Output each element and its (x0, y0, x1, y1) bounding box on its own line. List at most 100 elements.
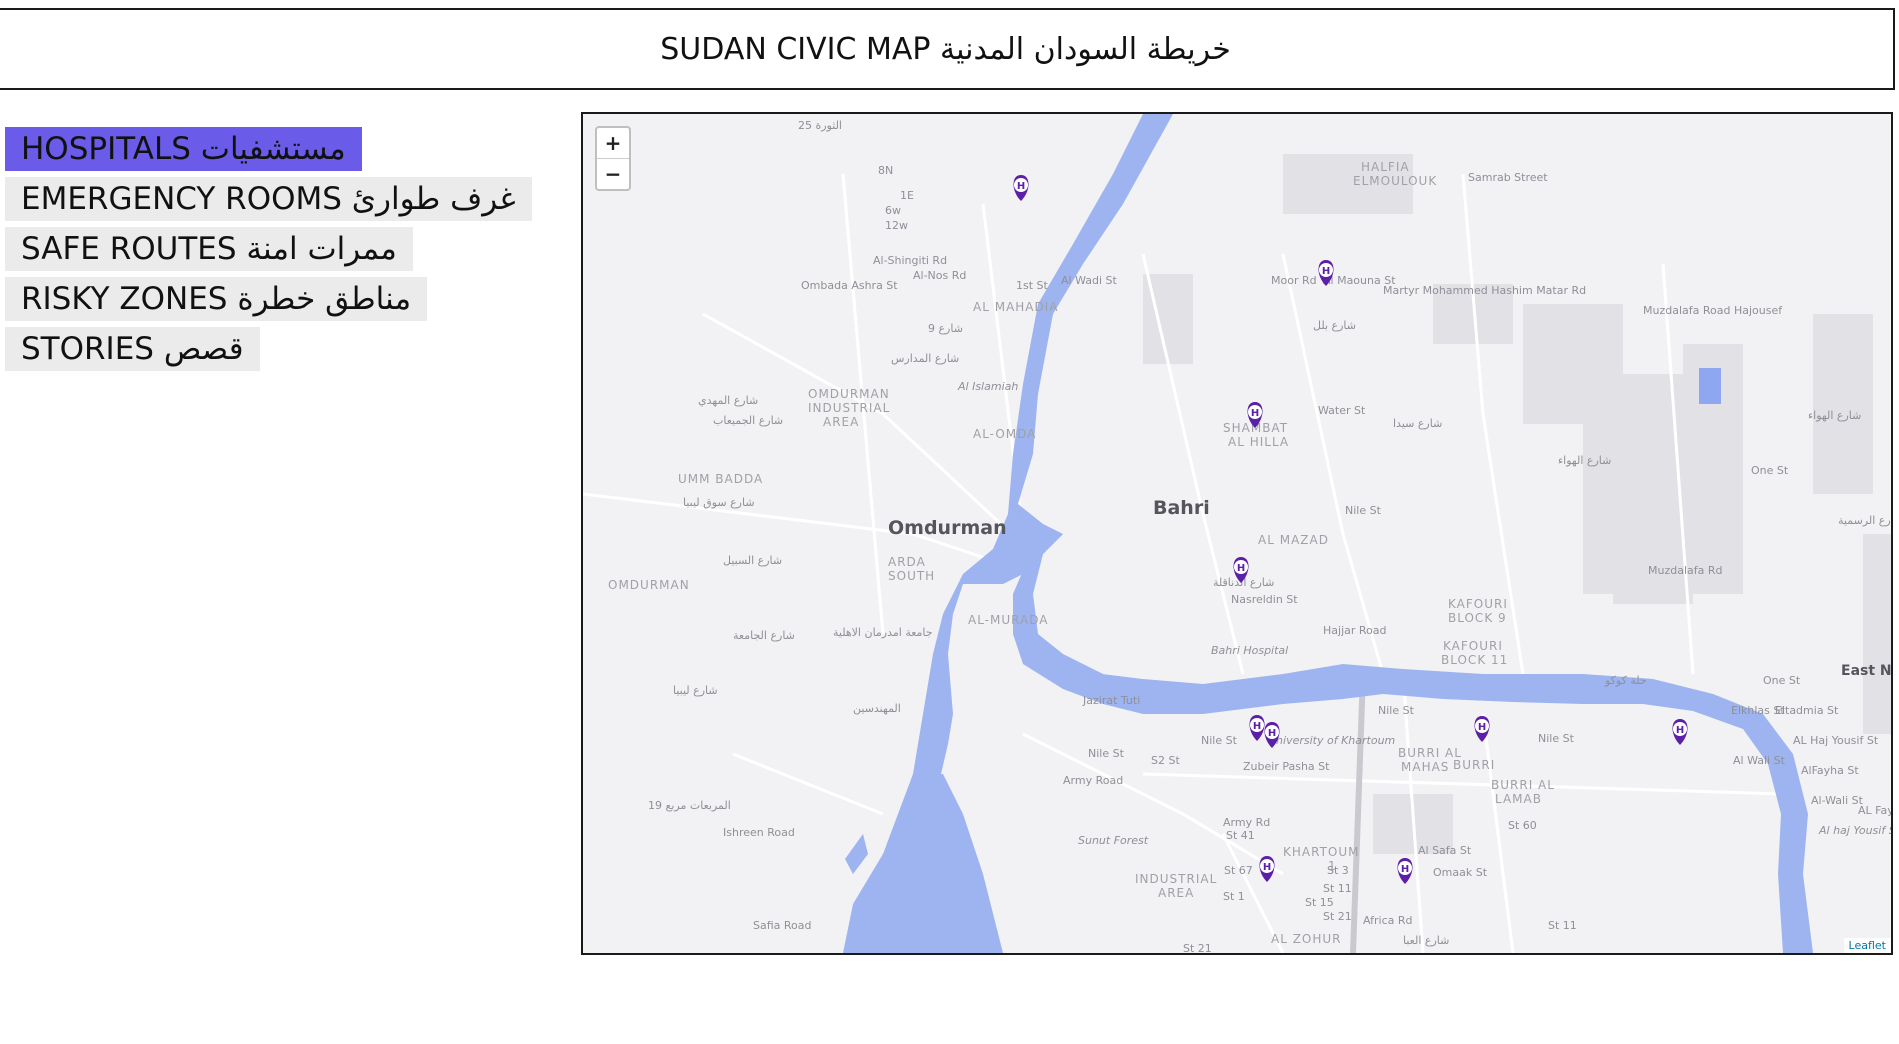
label-8n: 8N (878, 164, 893, 177)
label-ar-madaris: شارع المدارس (891, 352, 959, 365)
label-al-safa-st: Al Safa St (1418, 844, 1472, 857)
label-east-nil: East Nil (1841, 663, 1891, 679)
menu-item-safe-routes[interactable]: SAFE ROUTES ممرات امنة (5, 227, 413, 271)
label-ar-muhandiseen: المهندسين (853, 702, 901, 715)
label-muzdalafa-rd: Muzdalafa Rd (1648, 564, 1723, 577)
label-ar-9: شارع 9 (928, 322, 963, 335)
label-s2-st: S2 St (1151, 754, 1180, 767)
label-area: AREA (823, 415, 859, 429)
label-khartoum-1: KHARTOUM (1283, 845, 1359, 859)
label-moor-rd: Moor Rd (1271, 274, 1317, 287)
svg-text:H: H (1676, 725, 1684, 736)
label-umm-badda: UMM BADDA (678, 472, 763, 486)
label-st-21: St 21 (1323, 910, 1352, 923)
label-bahri-hospital: Bahri Hospital (1211, 644, 1288, 657)
menu-item-risky-zones[interactable]: RISKY ZONES مناطق خطرة (5, 277, 428, 321)
label-al-wali: Al-Wali St (1811, 794, 1864, 807)
label-water-st: Water St (1318, 404, 1366, 417)
page-title: SUDAN CIVIC MAP خريطة السودان المدنية (660, 31, 1231, 67)
label-ar-sayed: شارع سيدا (1393, 417, 1442, 430)
svg-text:H: H (1251, 408, 1259, 419)
label-sunut-forest: Sunut Forest (1078, 834, 1149, 847)
label-st-11: St 11 (1323, 882, 1352, 895)
label-al-nos: Al-Nos Rd (913, 269, 966, 282)
label-ar-hawa-2: شارع الهواء (1558, 454, 1611, 467)
map-canvas[interactable]: Omdurman Bahri OMDURMAN INDUSTRIAL AREA … (583, 114, 1891, 953)
label-industrial-area: INDUSTRIAL (1135, 872, 1217, 886)
label-army-road: Army Road (1063, 774, 1123, 787)
label-st-11b: St 11 (1548, 919, 1577, 932)
label-nile-st-4: Nile St (1538, 732, 1575, 745)
svg-text:H: H (1478, 722, 1486, 733)
zoom-in-button[interactable]: + (597, 128, 629, 158)
label-nile-st-bahri: Nile St (1345, 504, 1382, 517)
label-samrab: Samrab Street (1468, 171, 1548, 184)
label-ar-mahdi: شارع المهدي (698, 394, 758, 407)
label-omdurman: Omdurman (888, 517, 1007, 539)
label-12w: 12w (885, 219, 908, 232)
label-kafouri-9a: KAFOURI (1448, 597, 1508, 611)
label-ar-sabil: شارع السبيل (723, 554, 782, 567)
label-jazirat-tuti: Jazirat Tuti (1082, 694, 1140, 707)
label-block-11: BLOCK 11 (1441, 653, 1508, 667)
zoom-out-button[interactable]: − (597, 158, 629, 189)
label-omaak-st: Omaak St (1433, 866, 1488, 879)
label-st-15: St 15 (1305, 896, 1334, 909)
label-ar-souq: شارع سوق ليبيا (683, 496, 755, 509)
map-container[interactable]: Omdurman Bahri OMDURMAN INDUSTRIAL AREA … (581, 112, 1893, 955)
page-header: SUDAN CIVIC MAP خريطة السودان المدنية (0, 8, 1895, 90)
svg-text:H: H (1237, 563, 1245, 574)
label-ar-ahlia: جامعة امدرمان الاهلية (833, 626, 933, 639)
label-university-khartoum: University of Khartoum (1268, 734, 1395, 747)
water-pond (1699, 368, 1721, 404)
label-al-wali-st: Al Wali St (1733, 754, 1786, 767)
label-al-shingiti: Al-Shingiti Rd (873, 254, 947, 267)
label-nasreldin: Nasreldin St (1231, 593, 1298, 606)
label-nile-st-2: Nile St (1201, 734, 1238, 747)
label-ar-libya: شارع ليبيا (673, 684, 718, 697)
label-al-fayha-2: AL Fayha St (1858, 804, 1891, 817)
menu-item-stories[interactable]: STORIES قصص (5, 327, 260, 371)
zoom-control: + − (595, 126, 631, 191)
label-ar-murabaa: المربعات مربع 19 (648, 799, 731, 812)
label-ar-jamea: شارع الجامعة (733, 629, 795, 642)
label-6w: 6w (885, 204, 901, 217)
menu-item-hospitals[interactable]: HOSPITALS مستشفيات (5, 127, 362, 171)
label-safia: Safia Road (753, 919, 812, 932)
svg-text:H: H (1017, 181, 1025, 192)
label-one-st: One St (1751, 464, 1789, 477)
label-arda: ARDA (888, 555, 926, 569)
label-nile-st-1: Nile St (1378, 704, 1415, 717)
label-ar-koko: حلة كوكو (1604, 674, 1647, 687)
label-al-islamiah: Al Islamiah (957, 380, 1018, 393)
leaflet-attribution-link[interactable]: Leaflet (1843, 938, 1891, 953)
label-st-3: St 3 (1327, 864, 1349, 877)
label-nile-st-3: Nile St (1088, 747, 1125, 760)
label-area-2: AREA (1158, 886, 1194, 900)
label-omdurman-industrial: OMDURMAN (808, 387, 890, 401)
label-al-haj-yousif-2: Al haj Yousif St (1818, 824, 1891, 837)
label-burri: BURRI (1453, 758, 1495, 772)
svg-text:H: H (1268, 728, 1276, 739)
label-omdurman-west: OMDURMAN (608, 578, 690, 592)
label-al-mazad: AL MAZAD (1258, 533, 1329, 547)
label-muzdalafa-road: Muzdalafa Road Hajousef (1643, 304, 1783, 317)
label-martyr-mohammed: Martyr Mohammed Hashim Matar Rd (1383, 284, 1586, 297)
label-zubeir: Zubeir Pasha St (1243, 760, 1330, 773)
label-africa-rd: Africa Rd (1363, 914, 1413, 927)
label-ar-bilal: شارع بلل (1313, 319, 1356, 332)
label-st-1: St 1 (1223, 890, 1245, 903)
label-hajjar-road: Hajjar Road (1323, 624, 1387, 637)
label-ombada-ashra: Ombada Ashra St (801, 279, 898, 292)
label-kafouri-11a: KAFOURI (1443, 639, 1503, 653)
label-one-st-3: One St (1763, 674, 1801, 687)
label-halfia: HALFIA (1361, 160, 1410, 174)
label-ishreen: Ishreen Road (723, 826, 795, 839)
label-ar-khal: شارع العبا (1403, 934, 1449, 947)
label-al-omda: AL-OMDA (973, 427, 1036, 441)
label-ar-hadra: شارع الرسمية (1838, 514, 1891, 527)
label-elkhlas-st: Elkhlas St (1731, 704, 1785, 717)
menu-item-emergency-rooms[interactable]: EMERGENCY ROOMS غرف طوارئ (5, 177, 532, 221)
label-al-haj-yousif: AL Haj Yousif St (1793, 734, 1879, 747)
svg-text:H: H (1322, 266, 1330, 277)
